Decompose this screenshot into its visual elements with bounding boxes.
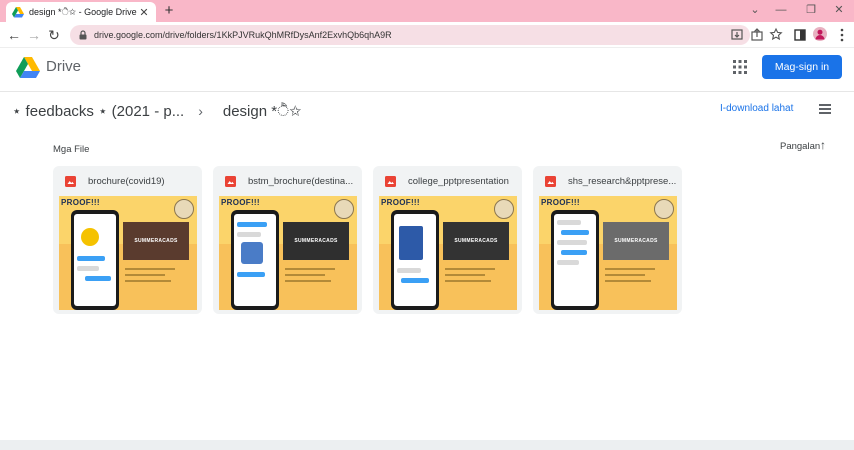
pdf-file-icon — [385, 175, 396, 187]
sort-direction-icon[interactable]: ↑ — [820, 138, 826, 152]
file-card-header: brochure(covid19) — [53, 166, 202, 196]
file-grid: brochure(covid19) PROOF!!! SUMMERACADS b… — [53, 166, 682, 314]
close-window-button[interactable]: ✕ — [824, 0, 854, 22]
tab-strip: design *ੈ✩ - Google Drive ✕ + ⌄ — ❐ ✕ — [0, 0, 854, 22]
address-bar[interactable]: drive.google.com/drive/folders/1KkPJVRuk… — [70, 25, 750, 45]
lock-icon — [79, 30, 87, 40]
file-card[interactable]: shs_research&pptprese... PROOF!!! SUMMER… — [533, 166, 682, 314]
drive-favicon-icon — [12, 7, 24, 18]
new-tab-button[interactable]: + — [160, 2, 178, 20]
pdf-file-icon — [545, 175, 556, 187]
product-name: Drive — [46, 58, 82, 75]
star-icon[interactable] — [767, 25, 785, 45]
chevron-right-icon: › — [198, 103, 203, 119]
file-thumbnail[interactable]: PROOF!!! SUMMERACADS — [219, 196, 357, 310]
list-view-icon[interactable] — [819, 104, 831, 114]
file-card-header: bstm_brochure(destina... — [213, 166, 362, 196]
breadcrumb-current-folder[interactable]: design *ੈ✩ — [223, 103, 302, 120]
profile-avatar[interactable] — [813, 27, 827, 41]
file-name: brochure(covid19) — [88, 175, 165, 187]
file-card[interactable]: brochure(covid19) PROOF!!! SUMMERACADS — [53, 166, 202, 314]
thumbnail-avatar-image — [654, 199, 674, 219]
file-name: bstm_brochure(destina... — [248, 175, 354, 187]
sort-by-name-button[interactable]: Pangalan — [780, 141, 820, 152]
download-all-link[interactable]: I-download lahat — [720, 103, 793, 114]
install-icon[interactable] — [728, 25, 746, 45]
file-card[interactable]: bstm_brochure(destina... PROOF!!! SUMMER… — [213, 166, 362, 314]
file-card[interactable]: college_pptpresentation PROOF!!! SUMMERA… — [373, 166, 522, 314]
breadcrumb: ⋆ feedbacks ⋆ (2021 - p... › design *ੈ✩ — [12, 100, 301, 122]
sign-in-button[interactable]: Mag-sign in — [762, 55, 842, 79]
thumbnail-proof-text: PROOF!!! — [381, 198, 420, 207]
breadcrumb-parent-folder[interactable]: ⋆ feedbacks ⋆ (2021 - p... — [12, 102, 184, 120]
tab-close-icon[interactable]: ✕ — [138, 6, 150, 19]
thumbnail-avatar-image — [334, 199, 354, 219]
file-thumbnail[interactable]: PROOF!!! SUMMERACADS — [539, 196, 677, 310]
thumbnail-title-text: SUMMERACADS — [454, 238, 498, 244]
forward-button[interactable]: → — [24, 25, 44, 45]
reload-button[interactable]: ↻ — [44, 25, 64, 45]
profile-icon — [815, 29, 825, 40]
file-thumbnail[interactable]: PROOF!!! SUMMERACADS — [379, 196, 517, 310]
minimize-button[interactable]: — — [766, 0, 796, 22]
pdf-file-icon — [65, 175, 76, 187]
menu-icon[interactable] — [833, 25, 851, 45]
file-name: shs_research&pptprese... — [568, 175, 677, 187]
maximize-button[interactable]: ❐ — [796, 0, 826, 22]
file-card-header: shs_research&pptprese... — [533, 166, 682, 196]
thumbnail-proof-text: PROOF!!! — [61, 198, 100, 207]
sidebar-icon[interactable] — [791, 25, 809, 45]
drive-header: Drive Mag-sign in — [0, 48, 854, 92]
file-thumbnail[interactable]: PROOF!!! SUMMERACADS — [59, 196, 197, 310]
thumbnail-avatar-image — [494, 199, 514, 219]
bottom-bar — [0, 440, 854, 450]
thumbnail-title-text: SUMMERACADS — [294, 238, 338, 244]
thumbnail-avatar-image — [174, 199, 194, 219]
browser-tab[interactable]: design *ੈ✩ - Google Drive ✕ — [6, 2, 156, 22]
thumbnail-proof-text: PROOF!!! — [221, 198, 260, 207]
thumbnail-title-text: SUMMERACADS — [614, 238, 658, 244]
pdf-file-icon — [225, 175, 236, 187]
file-name: college_pptpresentation — [408, 175, 509, 187]
back-button[interactable]: ← — [4, 25, 24, 45]
share-icon[interactable] — [748, 25, 766, 45]
thumbnail-title-text: SUMMERACADS — [134, 238, 178, 244]
files-section-label: Mga File — [53, 144, 90, 155]
drive-logo-icon[interactable] — [16, 56, 40, 78]
tab-title: design *ੈ✩ - Google Drive — [29, 6, 137, 17]
file-card-header: college_pptpresentation — [373, 166, 522, 196]
thumbnail-proof-text: PROOF!!! — [541, 198, 580, 207]
url-text: drive.google.com/drive/folders/1KkPJVRuk… — [94, 30, 392, 40]
browser-toolbar: ← → ↻ drive.google.com/drive/folders/1Kk… — [0, 22, 854, 48]
apps-grid-icon[interactable] — [733, 60, 747, 74]
